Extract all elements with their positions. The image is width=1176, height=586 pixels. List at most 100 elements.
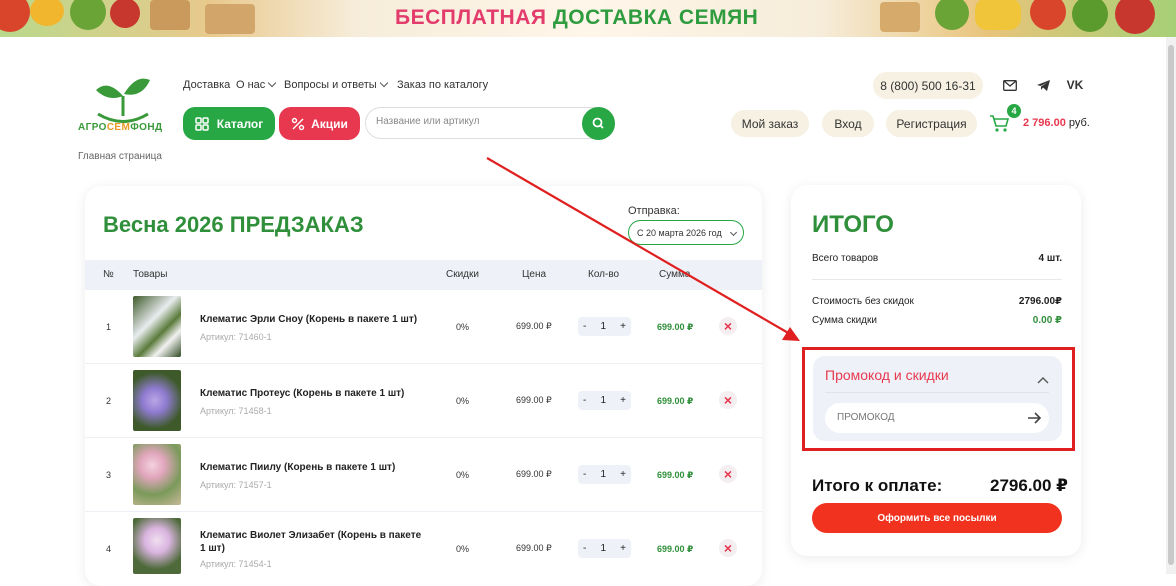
catalog-button-label: Каталог [216,116,264,131]
qty-minus-button[interactable]: - [583,469,586,480]
register-button[interactable]: Регистрация [886,110,977,137]
row-num: 2 [106,396,112,406]
product-image[interactable] [133,370,181,431]
qty-value[interactable]: 1 [600,543,606,554]
scrollbar-thumb[interactable] [1168,45,1174,565]
product-name-line1: Клематис Виолет Элизабет (Корень в пакет… [200,530,422,541]
qty-plus-button[interactable]: + [620,395,626,406]
product-name[interactable]: Клематис Протеус (Корень в пакете 1 шт) [200,387,404,400]
nav-catalog-order[interactable]: Заказ по каталогу [397,79,488,91]
qty-plus-button[interactable]: + [620,543,626,554]
col-price: Цена [522,269,547,280]
checkout-button[interactable]: Оформить все посылки [812,503,1062,533]
row-num: 3 [106,470,112,480]
logo-text-part1: АГРО [78,122,107,133]
pay-total-value: 2796.00 ₽ [990,476,1069,495]
product-image[interactable] [133,518,181,574]
product-sku: Артикул: 71460-1 [200,332,272,342]
telegram-icon[interactable] [1030,72,1056,98]
row-num: 4 [106,544,112,554]
product-name-line2: 1 шт) [200,543,225,554]
quantity-stepper[interactable]: - 1 + [578,317,631,336]
product-image[interactable] [133,296,181,357]
cart-amount: 2 796.00 [1023,117,1066,129]
qty-plus-button[interactable]: + [620,321,626,332]
nav-faq[interactable]: Вопросы и ответы [284,78,388,91]
mail-icon[interactable] [997,72,1023,98]
row-num: 1 [106,322,112,332]
row-discount: 0% [456,544,470,554]
total-items-label: Всего товаров [812,253,879,264]
delete-icon[interactable]: × [719,539,737,557]
cart-total[interactable]: 2 796.00 руб. [1023,117,1090,129]
row-price: 699.00 ₽ [516,469,552,479]
search-field[interactable] [365,107,615,139]
logo-text-part3: ФОНД [130,122,163,133]
product-sku: Артикул: 71458-1 [200,406,272,416]
qty-value[interactable]: 1 [600,321,606,332]
order-title: Весна 2026 ПРЕДЗАКАЗ [103,212,364,237]
col-discount: Скидки [446,269,479,280]
logo-text-part2: СЕМ [106,122,131,133]
phone-number[interactable]: 8 (800) 500 16-31 [873,72,983,99]
product-name[interactable]: Клематис Эрли Сноу (Корень в пакете 1 шт… [200,313,417,326]
breadcrumb[interactable]: Главная страница [78,151,162,162]
logo-text[interactable]: АГРОСЕМФОНД [78,122,163,133]
divider [812,279,1062,280]
cart-icon[interactable] [988,112,1010,134]
delete-icon[interactable]: × [719,465,737,483]
chevron-down-icon [379,78,388,88]
search-button[interactable] [582,107,615,140]
col-sum: Сумма [659,269,691,280]
my-order-button[interactable]: Мой заказ [731,110,809,137]
row-sum: 699.00 ₽ [657,544,694,554]
nav-about[interactable]: О нас [236,78,277,91]
product-image[interactable] [133,444,181,505]
ship-date-value: С 20 марта 2026 год [637,227,722,238]
delete-icon[interactable]: × [719,391,737,409]
col-num: № [103,269,114,280]
row-discount: 0% [456,470,470,480]
banner-text-pink: БЕСПЛАТНАЯ [395,6,547,29]
row-price: 699.00 ₽ [516,395,552,405]
percent-icon [291,117,305,130]
product-name[interactable]: Клематис Пиилу (Корень в пакете 1 шт) [200,461,395,474]
qty-value[interactable]: 1 [600,469,606,480]
qty-plus-button[interactable]: + [620,469,626,480]
nav-delivery[interactable]: Доставка [183,79,230,91]
sale-button[interactable]: Акции [279,107,360,140]
search-input[interactable] [376,116,576,127]
cost-label: Стоимость без скидок [812,296,914,307]
vk-icon[interactable]: VK [1062,72,1088,98]
qty-minus-button[interactable]: - [583,321,586,332]
row-price: 699.00 ₽ [516,321,552,331]
delete-icon[interactable]: × [719,317,737,335]
qty-value[interactable]: 1 [600,395,606,406]
grid-icon [195,116,209,131]
discount-label: Сумма скидки [812,315,877,326]
col-qty: Кол-во [588,269,620,280]
nav-faq-label: Вопросы и ответы [284,79,377,91]
quantity-stepper[interactable]: - 1 + [578,391,631,410]
login-button[interactable]: Вход [822,110,874,137]
banner-text: БЕСПЛАТНАЯ ДОСТАВКА СЕМЯН [395,6,758,30]
product-sku: Артикул: 71454-1 [200,559,272,569]
total-items-value: 4 шт. [1038,253,1062,264]
ship-date-select[interactable]: С 20 марта 2026 год [628,220,744,245]
cart-currency: руб. [1068,117,1090,129]
pay-total-label: Итого к оплате: [812,476,943,495]
quantity-stepper[interactable]: - 1 + [578,539,631,558]
promo-banner[interactable]: БЕСПЛАТНАЯ ДОСТАВКА СЕМЯН [0,0,1176,37]
row-price: 699.00 ₽ [516,543,552,553]
ship-label: Отправка: [628,205,680,217]
qty-minus-button[interactable]: - [583,543,586,554]
quantity-stepper[interactable]: - 1 + [578,465,631,484]
catalog-button[interactable]: Каталог [183,107,275,140]
banner-text-green: ДОСТАВКА СЕМЯН [552,6,759,29]
row-discount: 0% [456,396,470,406]
chevron-down-icon [268,78,277,88]
qty-minus-button[interactable]: - [583,395,586,406]
product-name[interactable]: Клематис Виолет Элизабет (Корень в пакет… [200,529,421,555]
annotation-highlight-box [802,347,1075,451]
search-icon [592,117,604,129]
